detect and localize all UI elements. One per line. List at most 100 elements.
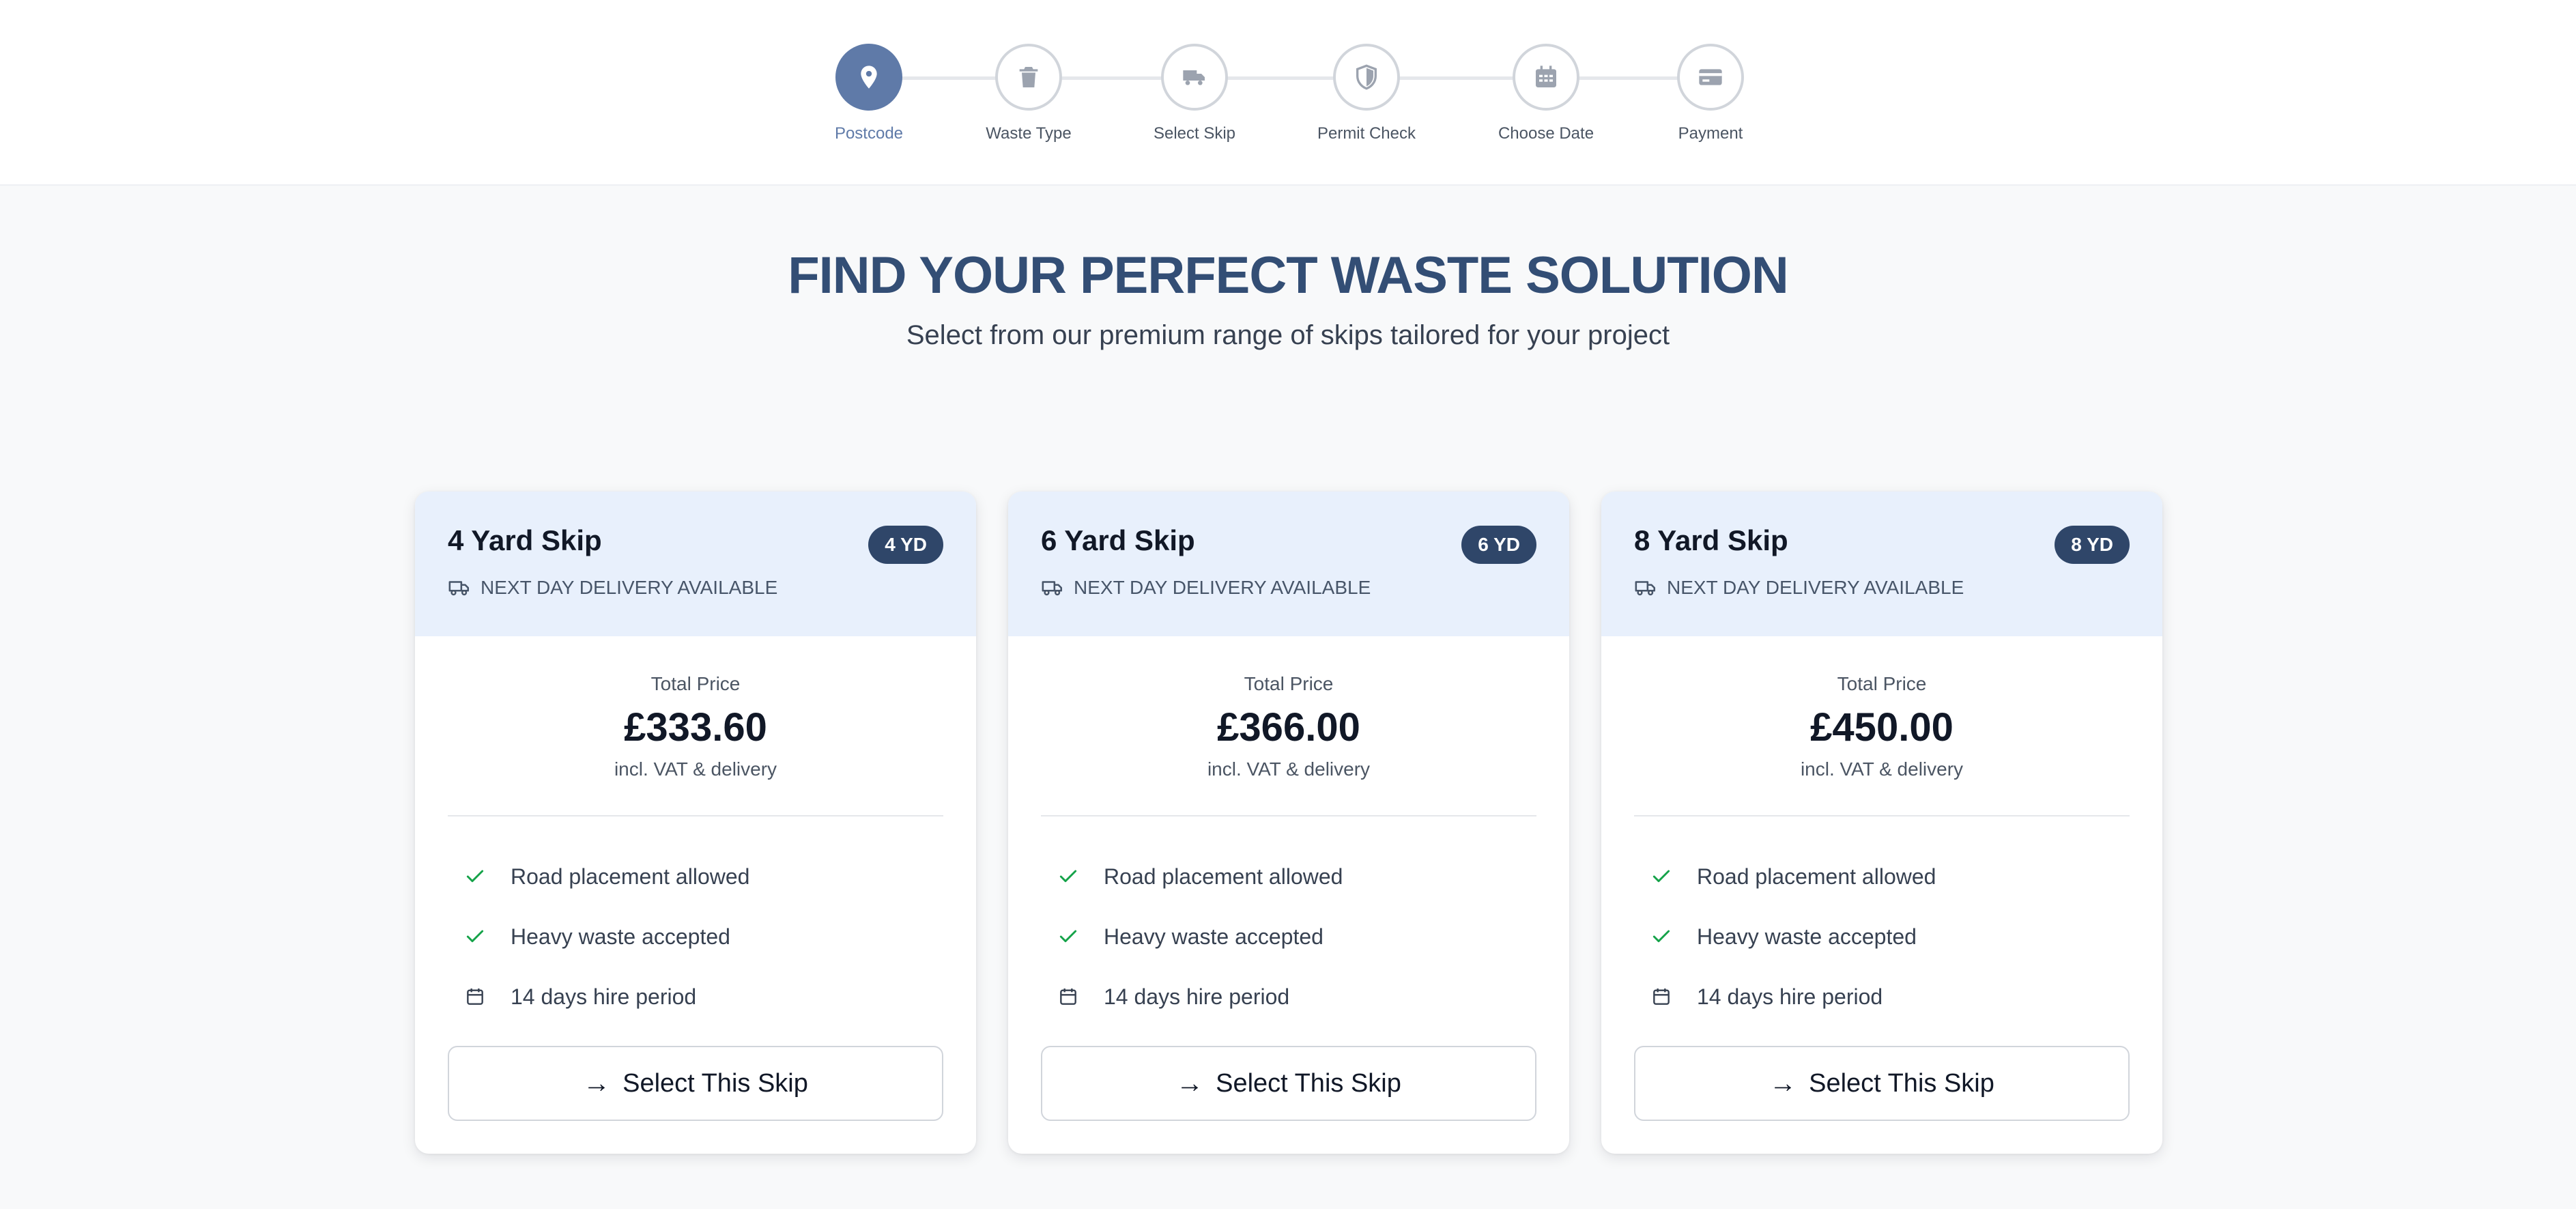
price-label: Total Price (1837, 673, 1927, 694)
feature-text: 14 days hire period (1697, 984, 1883, 1009)
step-postcode[interactable]: Postcode (787, 44, 951, 143)
feature-item: Heavy waste accepted (1057, 907, 1536, 967)
card-header: 6 Yard Skip 6 YD NEXT DAY DELIVERY AVAIL… (1008, 492, 1569, 636)
step-circle (995, 44, 1062, 111)
feature-item: 14 days hire period (464, 967, 943, 1027)
card-header: 8 Yard Skip 8 YD NEXT DAY DELIVERY AVAIL… (1601, 492, 2162, 636)
step-choose-date[interactable]: Choose Date (1464, 44, 1628, 143)
feature-item: Heavy waste accepted (464, 907, 943, 967)
delivery-info: NEXT DAY DELIVERY AVAILABLE (1041, 576, 1536, 599)
price-note: incl. VAT & delivery (1207, 758, 1371, 780)
step-label: Payment (1678, 124, 1743, 143)
feature-list: Road placement allowed Heavy waste accep… (1041, 816, 1536, 1027)
price-note: incl. VAT & delivery (1800, 758, 1964, 780)
hero-section: FIND YOUR PERFECT WASTE SOLUTION Select … (0, 246, 2576, 351)
step-payment[interactable]: Payment (1629, 44, 1792, 143)
skip-card-6-yard[interactable]: 6 Yard Skip 6 YD NEXT DAY DELIVERY AVAIL… (1008, 492, 1569, 1154)
size-badge: 4 YD (868, 526, 943, 564)
feature-text: 14 days hire period (1104, 984, 1290, 1009)
check-icon (1652, 870, 1670, 883)
step-label: Select Skip (1153, 124, 1236, 143)
delivery-text: NEXT DAY DELIVERY AVAILABLE (1667, 577, 1964, 598)
size-badge: 8 YD (2055, 526, 2130, 564)
step-label: Choose Date (1498, 124, 1594, 143)
truck-icon (448, 581, 470, 596)
select-skip-button[interactable]: → Select This Skip (1041, 1046, 1536, 1121)
map-pin-icon (861, 66, 877, 89)
truck-icon (1183, 70, 1205, 85)
select-skip-button[interactable]: → Select This Skip (448, 1046, 943, 1121)
arrow-right-icon: → (1769, 1068, 1797, 1098)
step-circle (1513, 44, 1579, 111)
price-label: Total Price (1244, 673, 1334, 694)
feature-item: Road placement allowed (1057, 847, 1536, 907)
calendar-icon (467, 988, 483, 1005)
price-value: £333.60 (624, 705, 767, 750)
step-select-skip[interactable]: Select Skip (1113, 44, 1276, 143)
feature-list: Road placement allowed Heavy waste accep… (1634, 816, 2130, 1027)
price-value: £450.00 (1810, 705, 1954, 750)
price-label: Total Price (650, 673, 741, 694)
delivery-text: NEXT DAY DELIVERY AVAILABLE (1074, 577, 1371, 598)
card-body: Total Price £366.00 incl. VAT & delivery… (1008, 636, 1569, 1027)
feature-text: Road placement allowed (511, 864, 750, 889)
feature-item: 14 days hire period (1650, 967, 2130, 1027)
trash-icon (1019, 67, 1038, 87)
truck-icon (1042, 581, 1063, 596)
page-subtitle: Select from our premium range of skips t… (906, 320, 1670, 350)
step-circle (835, 44, 902, 111)
feature-list: Road placement allowed Heavy waste accep… (448, 816, 943, 1027)
check-icon (1652, 930, 1670, 943)
delivery-text: NEXT DAY DELIVERY AVAILABLE (481, 577, 778, 598)
truck-icon (1635, 581, 1656, 596)
feature-text: Heavy waste accepted (1697, 924, 1917, 949)
feature-text: Heavy waste accepted (511, 924, 730, 949)
calendar-icon (1536, 66, 1556, 87)
check-icon (1059, 870, 1077, 883)
progress-stepper-bar: Postcode Waste Type Select Skip Permit C… (0, 0, 2576, 186)
feature-item: Road placement allowed (1650, 847, 2130, 907)
page-title: FIND YOUR PERFECT WASTE SOLUTION (788, 246, 1789, 304)
step-circle (1333, 44, 1400, 111)
feature-item: 14 days hire period (1057, 967, 1536, 1027)
step-label: Waste Type (986, 124, 1072, 143)
arrow-right-icon: → (1176, 1068, 1204, 1098)
check-icon (466, 870, 484, 883)
delivery-info: NEXT DAY DELIVERY AVAILABLE (448, 576, 943, 599)
feature-text: Road placement allowed (1697, 864, 1936, 889)
step-label: Permit Check (1317, 124, 1416, 143)
price-block: Total Price £450.00 incl. VAT & delivery (1634, 636, 2130, 816)
step-label: Postcode (834, 124, 904, 143)
button-label: Select This Skip (622, 1068, 808, 1098)
check-icon (1059, 930, 1077, 943)
feature-text: Heavy waste accepted (1104, 924, 1323, 949)
price-block: Total Price £366.00 incl. VAT & delivery (1041, 636, 1536, 816)
delivery-info: NEXT DAY DELIVERY AVAILABLE (1634, 576, 2130, 599)
calendar-icon (1653, 988, 1670, 1005)
arrow-right-icon: → (583, 1068, 611, 1098)
step-circle (1677, 44, 1744, 111)
step-circle (1161, 44, 1228, 111)
progress-stepper: Postcode Waste Type Select Skip Permit C… (835, 44, 1744, 153)
card-header: 4 Yard Skip 4 YD NEXT DAY DELIVERY AVAIL… (415, 492, 976, 636)
skip-cards-grid: 4 Yard Skip 4 YD NEXT DAY DELIVERY AVAIL… (415, 492, 2162, 1154)
card-body: Total Price £450.00 incl. VAT & delivery… (1601, 636, 2162, 1027)
card-body: Total Price £333.60 incl. VAT & delivery… (415, 636, 976, 1027)
step-waste-type[interactable]: Waste Type (947, 44, 1111, 143)
size-badge: 6 YD (1461, 526, 1536, 564)
feature-item: Heavy waste accepted (1650, 907, 2130, 967)
price-value: £366.00 (1217, 705, 1360, 750)
feature-text: 14 days hire period (511, 984, 697, 1009)
step-permit-check[interactable]: Permit Check (1285, 44, 1448, 143)
button-label: Select This Skip (1809, 1068, 1994, 1098)
credit-card-icon (1699, 69, 1722, 85)
check-icon (466, 930, 484, 943)
feature-text: Road placement allowed (1104, 864, 1343, 889)
skip-card-8-yard[interactable]: 8 Yard Skip 8 YD NEXT DAY DELIVERY AVAIL… (1601, 492, 2162, 1154)
skip-card-4-yard[interactable]: 4 Yard Skip 4 YD NEXT DAY DELIVERY AVAIL… (415, 492, 976, 1154)
calendar-icon (1060, 988, 1076, 1005)
price-note: incl. VAT & delivery (614, 758, 777, 780)
button-label: Select This Skip (1216, 1068, 1401, 1098)
price-block: Total Price £333.60 incl. VAT & delivery (448, 636, 943, 816)
select-skip-button[interactable]: → Select This Skip (1634, 1046, 2130, 1121)
